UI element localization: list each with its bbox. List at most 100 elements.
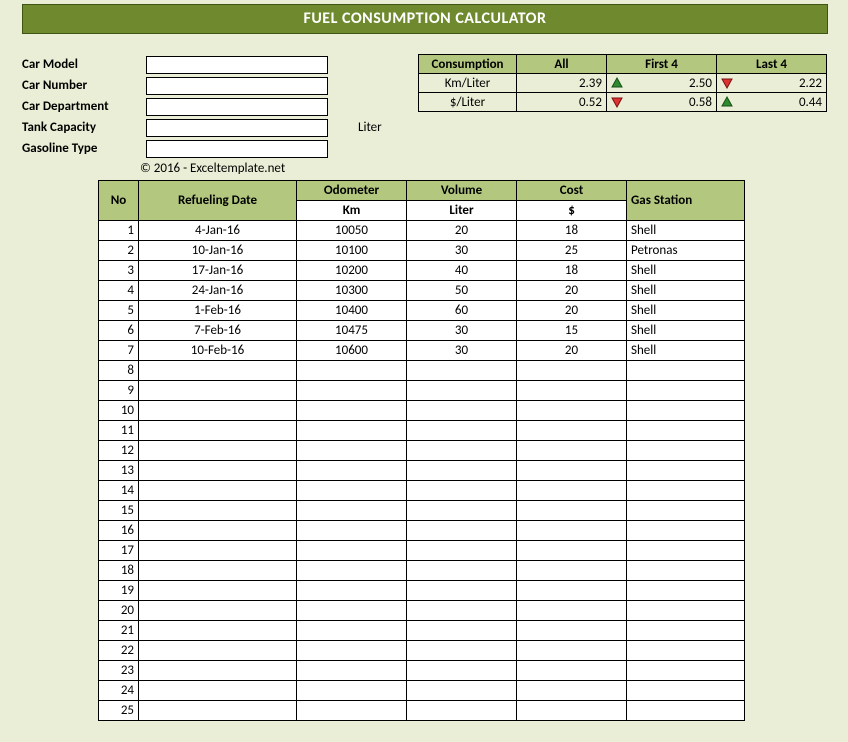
cell-station[interactable] xyxy=(627,441,745,461)
cell-volume[interactable]: 50 xyxy=(407,281,517,301)
cell-station[interactable]: Shell xyxy=(627,301,745,321)
cell-cost[interactable] xyxy=(517,361,627,381)
cell-cost[interactable] xyxy=(517,521,627,541)
cell-date[interactable] xyxy=(139,621,297,641)
cell-cost[interactable]: 18 xyxy=(517,261,627,281)
cell-cost[interactable] xyxy=(517,701,627,721)
input-gasoline-type[interactable] xyxy=(146,140,328,158)
cell-cost[interactable] xyxy=(517,441,627,461)
cell-odometer[interactable]: 10100 xyxy=(297,241,407,261)
cell-cost[interactable] xyxy=(517,581,627,601)
cell-date[interactable] xyxy=(139,601,297,621)
cell-volume[interactable] xyxy=(407,561,517,581)
cell-volume[interactable] xyxy=(407,661,517,681)
cell-cost[interactable]: 18 xyxy=(517,221,627,241)
cell-station[interactable]: Shell xyxy=(627,281,745,301)
cell-date[interactable]: 7-Feb-16 xyxy=(139,321,297,341)
cell-station[interactable] xyxy=(627,561,745,581)
cell-date[interactable] xyxy=(139,521,297,541)
cell-odometer[interactable] xyxy=(297,681,407,701)
cell-date[interactable] xyxy=(139,401,297,421)
cell-station[interactable] xyxy=(627,461,745,481)
cell-cost[interactable] xyxy=(517,481,627,501)
cell-odometer[interactable]: 10300 xyxy=(297,281,407,301)
cell-date[interactable]: 10-Feb-16 xyxy=(139,341,297,361)
cell-cost[interactable]: 20 xyxy=(517,301,627,321)
cell-station[interactable]: Shell xyxy=(627,261,745,281)
cell-cost[interactable] xyxy=(517,401,627,421)
cell-date[interactable] xyxy=(139,441,297,461)
cell-cost[interactable] xyxy=(517,661,627,681)
cell-date[interactable] xyxy=(139,661,297,681)
cell-odometer[interactable] xyxy=(297,641,407,661)
cell-volume[interactable] xyxy=(407,481,517,501)
cell-odometer[interactable] xyxy=(297,701,407,721)
cell-cost[interactable]: 20 xyxy=(517,281,627,301)
cell-odometer[interactable]: 10200 xyxy=(297,261,407,281)
input-car-model[interactable] xyxy=(146,56,328,74)
cell-odometer[interactable] xyxy=(297,661,407,681)
cell-odometer[interactable] xyxy=(297,361,407,381)
cell-odometer[interactable]: 10475 xyxy=(297,321,407,341)
cell-date[interactable] xyxy=(139,681,297,701)
cell-date[interactable]: 10-Jan-16 xyxy=(139,241,297,261)
cell-station[interactable] xyxy=(627,681,745,701)
cell-volume[interactable] xyxy=(407,541,517,561)
cell-volume[interactable] xyxy=(407,501,517,521)
cell-cost[interactable] xyxy=(517,541,627,561)
cell-station[interactable]: Petronas xyxy=(627,241,745,261)
cell-cost[interactable] xyxy=(517,561,627,581)
cell-volume[interactable]: 60 xyxy=(407,301,517,321)
cell-volume[interactable] xyxy=(407,441,517,461)
cell-date[interactable] xyxy=(139,641,297,661)
cell-station[interactable] xyxy=(627,521,745,541)
cell-date[interactable] xyxy=(139,461,297,481)
cell-volume[interactable] xyxy=(407,601,517,621)
cell-odometer[interactable] xyxy=(297,581,407,601)
input-car-department[interactable] xyxy=(146,98,328,116)
cell-cost[interactable]: 20 xyxy=(517,341,627,361)
cell-volume[interactable] xyxy=(407,621,517,641)
cell-station[interactable] xyxy=(627,361,745,381)
cell-station[interactable]: Shell xyxy=(627,321,745,341)
cell-odometer[interactable] xyxy=(297,561,407,581)
cell-station[interactable] xyxy=(627,421,745,441)
input-car-number[interactable] xyxy=(146,77,328,95)
cell-volume[interactable] xyxy=(407,401,517,421)
cell-odometer[interactable] xyxy=(297,381,407,401)
cell-station[interactable] xyxy=(627,401,745,421)
cell-date[interactable] xyxy=(139,561,297,581)
cell-cost[interactable] xyxy=(517,621,627,641)
cell-odometer[interactable] xyxy=(297,541,407,561)
cell-station[interactable] xyxy=(627,581,745,601)
cell-station[interactable] xyxy=(627,661,745,681)
cell-date[interactable]: 17-Jan-16 xyxy=(139,261,297,281)
cell-date[interactable] xyxy=(139,361,297,381)
cell-station[interactable]: Shell xyxy=(627,341,745,361)
cell-volume[interactable] xyxy=(407,581,517,601)
cell-volume[interactable] xyxy=(407,521,517,541)
cell-date[interactable] xyxy=(139,421,297,441)
cell-date[interactable] xyxy=(139,381,297,401)
cell-volume[interactable]: 20 xyxy=(407,221,517,241)
cell-volume[interactable] xyxy=(407,461,517,481)
cell-volume[interactable]: 30 xyxy=(407,321,517,341)
input-tank-capacity[interactable] xyxy=(146,119,328,137)
cell-volume[interactable]: 30 xyxy=(407,341,517,361)
cell-odometer[interactable] xyxy=(297,481,407,501)
cell-date[interactable] xyxy=(139,541,297,561)
cell-volume[interactable] xyxy=(407,421,517,441)
cell-cost[interactable]: 15 xyxy=(517,321,627,341)
cell-volume[interactable] xyxy=(407,701,517,721)
cell-odometer[interactable] xyxy=(297,521,407,541)
cell-station[interactable] xyxy=(627,481,745,501)
cell-station[interactable] xyxy=(627,601,745,621)
cell-date[interactable] xyxy=(139,701,297,721)
cell-cost[interactable] xyxy=(517,421,627,441)
cell-cost[interactable] xyxy=(517,601,627,621)
cell-date[interactable] xyxy=(139,581,297,601)
cell-volume[interactable]: 40 xyxy=(407,261,517,281)
cell-odometer[interactable]: 10600 xyxy=(297,341,407,361)
cell-cost[interactable] xyxy=(517,641,627,661)
cell-odometer[interactable] xyxy=(297,421,407,441)
